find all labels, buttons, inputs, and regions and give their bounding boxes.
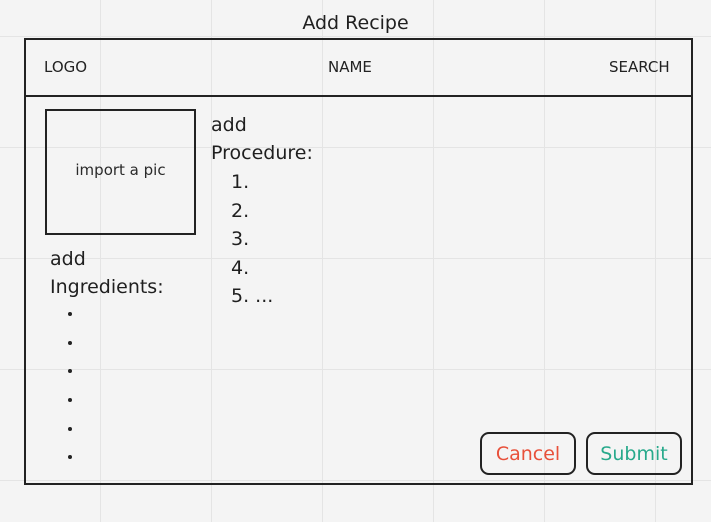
logo[interactable]: LOGO (44, 57, 87, 77)
procedure-step[interactable]: 2. (231, 197, 273, 226)
search-link[interactable]: SEARCH (609, 57, 670, 77)
procedure-heading: add Procedure: (211, 111, 341, 167)
ingredients-heading: add Ingredients: (50, 245, 190, 301)
ingredients-heading-add: add (50, 248, 86, 270)
app-name: NAME (328, 58, 372, 76)
procedure-step[interactable]: 5. ... (231, 282, 273, 311)
import-picture-label: import a pic (75, 161, 166, 179)
page-title: Add Recipe (302, 12, 409, 34)
procedure-step[interactable]: 1. (231, 168, 273, 197)
submit-button[interactable]: Submit (586, 432, 682, 475)
procedure-heading-add: add (211, 114, 247, 136)
ingredients-heading-label: Ingredients: (50, 276, 164, 298)
import-picture-box[interactable]: import a pic (45, 109, 196, 235)
procedure-step[interactable]: 4. (231, 254, 273, 283)
procedure-heading-label: Procedure: (211, 142, 313, 164)
procedure-step[interactable]: 3. (231, 225, 273, 254)
cancel-button[interactable]: Cancel (480, 432, 576, 475)
procedure-list: 1. 2. 3. 4. 5. ... (231, 168, 273, 311)
